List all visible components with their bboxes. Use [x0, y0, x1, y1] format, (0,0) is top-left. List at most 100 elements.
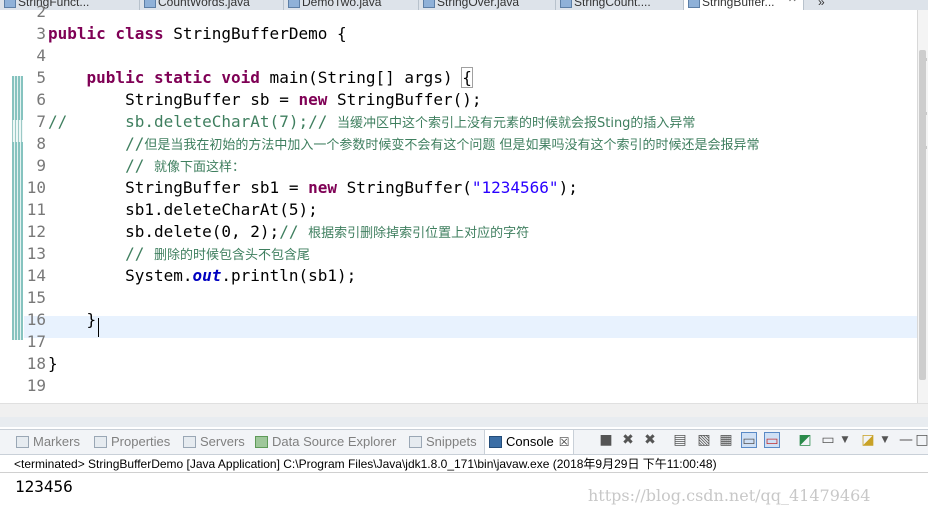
code-token: StringBuffer sb1 =	[48, 178, 309, 197]
code-token: 删除的时候包含头不包含尾	[153, 248, 310, 263]
remove-all-terminated-icon[interactable]: ✖	[642, 432, 658, 448]
tab-markers[interactable]: Markers	[16, 430, 80, 454]
line-number: 8	[36, 134, 46, 153]
line-number: 16	[26, 310, 46, 329]
chevron-down-icon[interactable]: ▼	[880, 432, 890, 448]
code-token: new	[308, 178, 337, 197]
code-token: 当缓冲区中这个索引上没有元素的时候就会报Sting的插入异常	[336, 116, 696, 131]
text-caret	[98, 318, 99, 337]
code-token: public class	[48, 24, 164, 43]
code-token: main(String[] args)	[259, 68, 463, 87]
stop-icon[interactable]: ■	[598, 432, 614, 448]
minimize-icon[interactable]: —	[898, 432, 914, 448]
code-token: .println(sb1);	[221, 266, 357, 285]
code-token: //	[48, 156, 154, 175]
code-token: // sb.deleteCharAt(7);//	[48, 112, 337, 131]
code-editor[interactable]: 2 3 public class StringBufferDemo {4 5 publ…	[0, 2, 917, 403]
close-icon[interactable]: ☒	[559, 435, 570, 449]
code-token: "1234566"	[471, 178, 559, 197]
word-wrap-icon[interactable]: ▦	[718, 432, 734, 448]
clear-console-icon[interactable]: ▤	[672, 432, 688, 448]
data-source-explorer-icon	[255, 436, 268, 448]
console-output-area[interactable]: 123456 https://blog.csdn.net/qq_41479464	[0, 474, 928, 517]
servers-icon	[183, 436, 196, 448]
line-number: 10	[26, 178, 46, 197]
code-token: sb1.deleteCharAt(5);	[48, 200, 318, 219]
code-text: System.out.println(sb1);	[48, 265, 356, 287]
tab-snippets[interactable]: Snippets	[409, 430, 477, 454]
tab-properties[interactable]: Properties	[94, 430, 170, 454]
vertical-scrollbar-thumb[interactable]	[919, 50, 926, 380]
tab-console[interactable]: Console ☒	[484, 430, 575, 454]
markers-icon	[16, 436, 29, 448]
code-line: 4	[0, 45, 917, 67]
code-token: System.	[48, 266, 193, 285]
code-text: StringBuffer sb = new StringBuffer();	[48, 89, 481, 111]
line-number: 13	[26, 244, 46, 263]
maximize-icon[interactable]: □	[914, 432, 928, 448]
horizontal-scrollbar[interactable]	[0, 403, 928, 417]
code-text: // 就像下面这样：	[48, 155, 245, 179]
display-console-icon[interactable]: ▭	[820, 432, 836, 448]
code-token: 但是当我在初始的方法中加入一个参数时候变不会有这个问题 但是如果吗没有这个索引的…	[144, 138, 760, 153]
code-token: 根据索引删除掉索引位置上对应的字符	[308, 226, 530, 241]
new-console-icon[interactable]: ◪	[860, 432, 876, 448]
pane-separator[interactable]	[0, 417, 928, 427]
tab-servers[interactable]: Servers	[183, 430, 245, 454]
snippets-icon	[409, 436, 422, 448]
code-token: StringBuffer();	[327, 90, 482, 109]
code-line: 15	[0, 287, 917, 309]
code-line: 2	[0, 1, 917, 23]
line-number: 15	[26, 288, 46, 307]
code-line: 17	[0, 331, 917, 353]
line-number: 11	[26, 200, 46, 219]
console-icon	[489, 436, 502, 448]
code-text: StringBuffer sb1 = new StringBuffer("123…	[48, 177, 578, 199]
watermark-text: https://blog.csdn.net/qq_41479464	[588, 486, 871, 505]
code-line: 9 // 就像下面这样：	[0, 155, 917, 177]
properties-icon	[94, 436, 107, 448]
line-number: 12	[26, 222, 46, 241]
console-status-line: <terminated> StringBufferDemo [Java Appl…	[0, 456, 928, 473]
show-on-stderr-icon[interactable]: ▭	[764, 432, 780, 449]
pin-console-icon[interactable]: ◩	[797, 432, 813, 448]
scroll-lock-icon[interactable]: ▧	[696, 432, 712, 448]
line-number: 9	[36, 156, 46, 175]
code-token: new	[298, 90, 328, 109]
code-line: 16 }	[0, 309, 917, 331]
line-number: 3	[36, 24, 46, 43]
show-on-stdout-icon[interactable]: ▭	[741, 432, 757, 449]
line-number: 6	[36, 90, 46, 109]
code-token: StringBuffer(	[337, 178, 472, 197]
remove-launch-icon[interactable]: ✖	[620, 432, 636, 448]
code-line: 11 sb1.deleteCharAt(5);	[0, 199, 917, 221]
line-number: 4	[36, 46, 46, 65]
code-token: }	[48, 354, 58, 373]
code-text: // 删除的时候包含头不包含尾	[48, 243, 310, 267]
code-line: 3 public class StringBufferDemo {	[0, 23, 917, 45]
code-token: //	[48, 134, 145, 153]
code-text: }	[48, 353, 58, 375]
chevron-down-icon[interactable]: ▼	[840, 432, 850, 448]
code-line: 19	[0, 375, 917, 397]
code-line: 10 StringBuffer sb1 = new StringBuffer("…	[0, 177, 917, 199]
code-text: // sb.deleteCharAt(7);// 当缓冲区中这个索引上没有元素的…	[48, 111, 695, 135]
tab-data-source-explorer[interactable]: Data Source Explorer	[255, 430, 396, 454]
console-output-text: 123456	[15, 477, 73, 496]
code-line: 7// sb.deleteCharAt(7);// 当缓冲区中这个索引上没有元素…	[0, 111, 917, 133]
code-line: 5 public static void main(String[] args)…	[0, 67, 917, 89]
code-line: 8 //但是当我在初始的方法中加入一个参数时候变不会有这个问题 但是如果吗没有这…	[0, 133, 917, 155]
code-token: {	[461, 67, 473, 88]
line-number: 2	[36, 2, 46, 21]
code-token: }	[48, 310, 97, 329]
code-token: StringBufferDemo {	[163, 24, 347, 43]
code-text: sb.delete(0, 2);// 根据索引删除掉索引位置上对应的字符	[48, 221, 529, 245]
code-token: 就像下面这样：	[153, 160, 245, 175]
code-text: public class StringBufferDemo {	[48, 23, 347, 45]
code-text: sb1.deleteCharAt(5);	[48, 199, 318, 221]
line-number: 17	[26, 332, 46, 351]
code-line: 13 // 删除的时候包含头不包含尾	[0, 243, 917, 265]
code-line: 18}	[0, 353, 917, 375]
code-text: public static void main(String[] args) {	[48, 67, 473, 89]
